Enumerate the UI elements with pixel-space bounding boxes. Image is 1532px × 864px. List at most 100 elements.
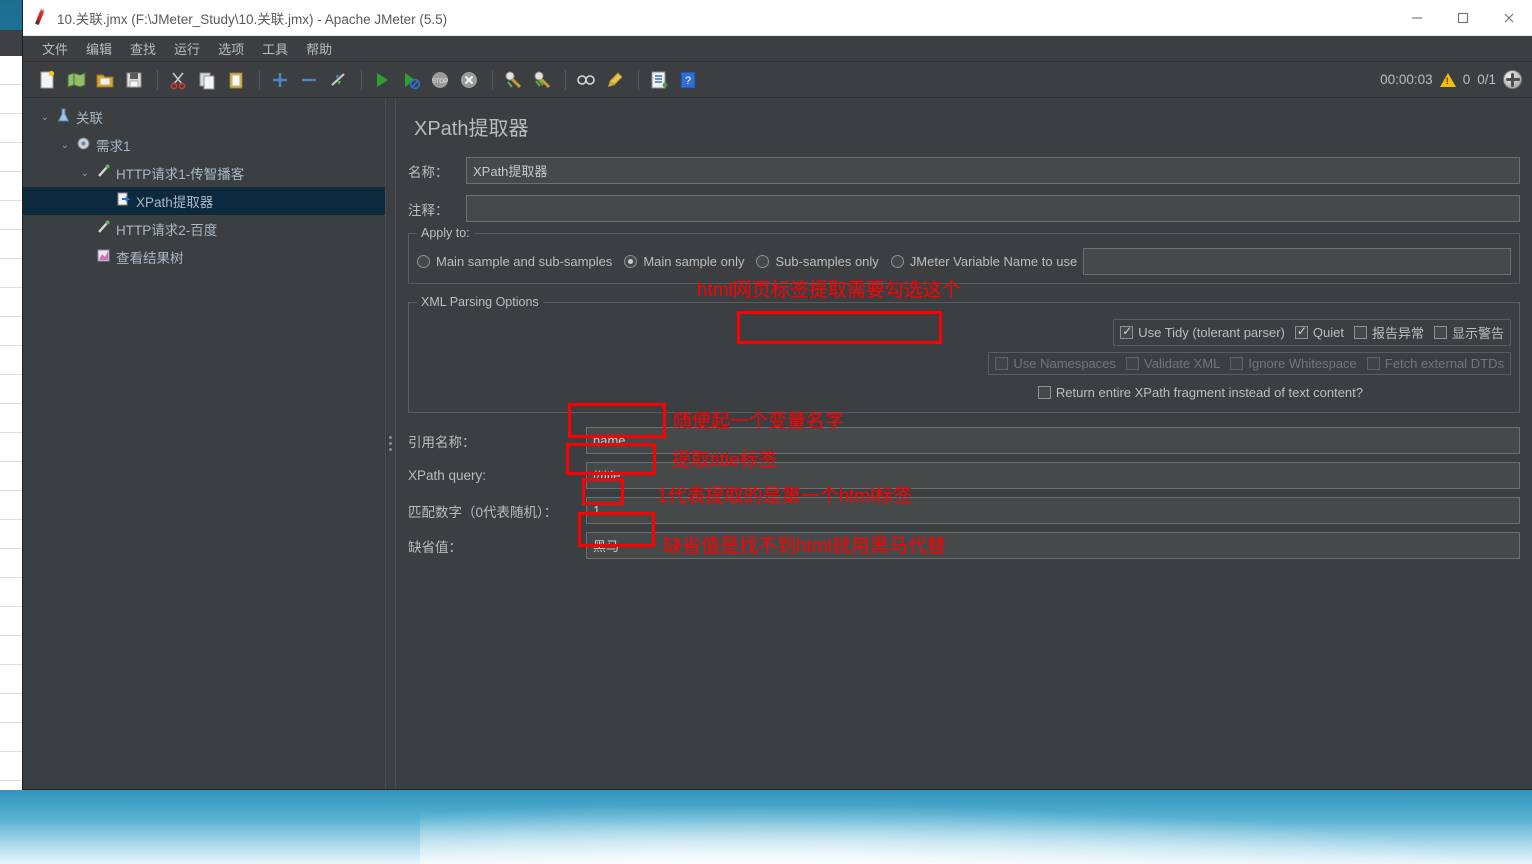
clear-all-icon[interactable]	[529, 67, 555, 93]
checkbox-box-icon[interactable]	[995, 357, 1009, 370]
thread-count: 0/1	[1477, 72, 1496, 87]
apply-to-group: Apply to: Main sample and sub-samples Ma…	[408, 226, 1520, 284]
toolbar-separator	[361, 69, 362, 90]
menu-run[interactable]: 运行	[165, 37, 209, 60]
checkbox-validate-xml[interactable]: Validate XML	[1126, 356, 1220, 371]
stop-icon[interactable]: STOP	[427, 67, 453, 93]
radio-circle-icon[interactable]	[756, 255, 770, 268]
checkbox-box-icon[interactable]	[1230, 357, 1244, 370]
tree-item-label: XPath提取器	[136, 195, 214, 210]
name-row: 名称：	[408, 157, 1520, 184]
reset-search-icon[interactable]	[602, 67, 628, 93]
checkbox-box-icon[interactable]	[1120, 324, 1134, 339]
checkbox-label: Fetch external DTDs	[1384, 356, 1504, 371]
expand-all-icon[interactable]	[267, 67, 293, 93]
test-plan-tree[interactable]: ⌄ 关联 ⌄ 需求1 ⌄ HTTP请求1-传智播客 XPath提取器 HTTP请…	[23, 98, 385, 789]
body-split-pane: ⌄ 关联 ⌄ 需求1 ⌄ HTTP请求1-传智播客 XPath提取器 HTTP请…	[23, 98, 1532, 789]
background-window-row	[0, 723, 22, 752]
background-window-row	[0, 520, 22, 549]
tree-item-thread-group[interactable]: ⌄ 需求1	[23, 131, 385, 159]
background-window-row	[0, 636, 22, 665]
copy-icon[interactable]	[194, 67, 220, 93]
menu-help[interactable]: 帮助	[297, 37, 341, 60]
radio-circle-icon[interactable]	[417, 255, 430, 268]
start-icon[interactable]	[369, 67, 395, 93]
save-icon[interactable]	[121, 67, 147, 93]
checkbox-box-icon[interactable]	[1433, 326, 1447, 339]
checkbox-box-icon[interactable]	[1126, 357, 1140, 370]
checkbox-use-namespaces[interactable]: Use Namespaces	[995, 356, 1116, 371]
radio-label: JMeter Variable Name to use	[909, 254, 1078, 269]
chevron-down-icon[interactable]: ⌄	[77, 168, 93, 179]
collapse-all-icon[interactable]	[296, 67, 322, 93]
tree-item-xpath-extractor[interactable]: XPath提取器	[23, 187, 385, 215]
checkbox-fetch-external-dtds[interactable]: Fetch external DTDs	[1366, 356, 1504, 371]
tree-item-http-1[interactable]: ⌄ HTTP请求1-传智播客	[23, 159, 385, 187]
close-button[interactable]	[1486, 0, 1532, 36]
jmeter-variable-input[interactable]	[1083, 248, 1511, 275]
menu-tools[interactable]: 工具	[253, 37, 297, 60]
globe-icon[interactable]	[1503, 70, 1522, 89]
tree-item-view-results[interactable]: 查看结果树	[23, 243, 385, 271]
maximize-button[interactable]	[1440, 0, 1486, 36]
menu-options[interactable]: 选项	[209, 37, 253, 60]
radio-main-only[interactable]: Main sample only	[624, 254, 744, 269]
minimize-button[interactable]	[1394, 0, 1440, 36]
new-icon[interactable]	[34, 67, 60, 93]
checkbox-box-icon[interactable]	[1294, 324, 1308, 339]
name-input[interactable]	[466, 157, 1520, 184]
xpath-extractor-icon	[113, 192, 134, 210]
tree-item-http-2[interactable]: HTTP请求2-百度	[23, 215, 385, 243]
background-window-row	[0, 694, 22, 723]
tree-item-test-plan[interactable]: ⌄ 关联	[23, 103, 385, 131]
http-request-icon	[93, 164, 114, 182]
xml-parsing-options-group: XML Parsing Options Use Tidy (tolerant p…	[408, 295, 1520, 413]
shutdown-icon[interactable]	[456, 67, 482, 93]
toggle-icon[interactable]	[325, 67, 351, 93]
checkbox-box-icon[interactable]	[1037, 386, 1051, 399]
clear-icon[interactable]	[500, 67, 526, 93]
panel-splitter[interactable]	[385, 98, 396, 789]
checkbox-label: 报告异常	[1371, 326, 1424, 341]
function-helper-icon[interactable]	[646, 67, 672, 93]
background-window-row	[0, 578, 22, 607]
templates-icon[interactable]	[63, 67, 89, 93]
radio-main-and-sub[interactable]: Main sample and sub-samples	[417, 254, 612, 269]
checkbox-box-icon[interactable]	[1366, 357, 1380, 370]
view-results-tree-icon	[93, 248, 114, 266]
toolbar-separator	[492, 69, 493, 90]
cut-icon[interactable]	[165, 67, 191, 93]
thread-group-icon	[73, 136, 94, 154]
paste-icon[interactable]	[223, 67, 249, 93]
checkbox-quiet[interactable]: Quiet	[1294, 324, 1344, 340]
background-window-left[interactable]	[0, 30, 23, 790]
return-fragment-row: Return entire XPath fragment instead of …	[417, 385, 1511, 400]
radio-jmeter-variable[interactable]: JMeter Variable Name to use	[890, 254, 1078, 269]
menu-file[interactable]: 文件	[33, 37, 77, 60]
warning-triangle-icon[interactable]	[1439, 72, 1456, 87]
annotation-use-tidy: html网页标签提取需要勾选这个	[697, 280, 961, 301]
toolbar-separator	[157, 69, 158, 90]
menu-search[interactable]: 查找	[121, 37, 165, 60]
apply-to-options: Main sample and sub-samples Main sample …	[417, 248, 1511, 275]
help-icon[interactable]: ?	[675, 67, 701, 93]
search-icon[interactable]	[573, 67, 599, 93]
radio-circle-icon[interactable]	[624, 255, 638, 268]
tree-item-label: 关联	[76, 111, 103, 126]
chevron-down-icon[interactable]: ⌄	[37, 112, 53, 123]
checkbox-show-warnings[interactable]: 显示警告	[1433, 323, 1504, 342]
radio-sub-only[interactable]: Sub-samples only	[756, 254, 879, 269]
checkbox-report-errors[interactable]: 报告异常	[1353, 323, 1424, 342]
checkbox-box-icon[interactable]	[1353, 326, 1367, 339]
radio-circle-icon[interactable]	[890, 255, 904, 268]
comment-input[interactable]	[466, 195, 1520, 222]
menu-edit[interactable]: 编辑	[77, 37, 121, 60]
checkbox-return-fragment[interactable]: Return entire XPath fragment instead of …	[1037, 385, 1363, 400]
checkbox-ignore-whitespace[interactable]: Ignore Whitespace	[1230, 356, 1357, 371]
chevron-down-icon[interactable]: ⌄	[57, 140, 73, 151]
checkbox-use-tidy[interactable]: Use Tidy (tolerant parser)	[1120, 324, 1285, 340]
match-number-row: 匹配数字（0代表随机）：	[408, 497, 1520, 524]
splitter-grip-icon[interactable]	[389, 433, 392, 454]
start-no-timers-icon[interactable]	[398, 67, 424, 93]
open-icon[interactable]	[92, 67, 118, 93]
